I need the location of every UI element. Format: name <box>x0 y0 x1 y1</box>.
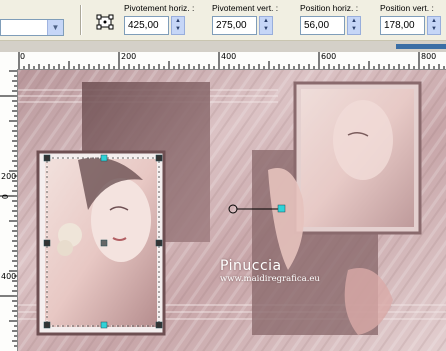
window-titlebar-fragment <box>396 44 446 49</box>
ruler-label: 800 <box>421 52 437 61</box>
toolbar-spacer <box>0 41 446 52</box>
spin-up-icon[interactable]: ▲ <box>348 17 360 25</box>
image-canvas[interactable]: Pinuccia www.maidiregrafica.eu <box>18 70 446 351</box>
spin-up-icon[interactable]: ▲ <box>428 17 440 25</box>
ruler-label: 600 <box>321 52 337 61</box>
pivot-horizontal-field: Pivotement horiz. : 425,00 ▲ ▼ <box>124 2 194 35</box>
position-horizontal-spinner[interactable]: ▲ ▼ <box>347 16 361 35</box>
ruler-label: 400 <box>221 52 237 61</box>
spin-up-icon[interactable]: ▲ <box>172 17 184 25</box>
mode-dropdown[interactable]: ▼ <box>0 19 64 36</box>
position-horizontal-field: Position horiz. : 56,00 ▲ ▼ <box>300 2 361 35</box>
spin-down-icon[interactable]: ▼ <box>172 25 184 33</box>
pivot-horizontal-label: Pivotement horiz. : <box>124 3 195 13</box>
watermark-url: www.maidiregrafica.eu <box>220 274 320 284</box>
chevron-down-icon[interactable]: ▼ <box>47 20 63 35</box>
ruler-label: 0 <box>20 52 26 61</box>
position-horizontal-input[interactable]: 56,00 <box>300 16 345 35</box>
watermark-name: Pinuccia <box>220 258 282 274</box>
ruler-label: 400 <box>1 272 17 281</box>
transform-mode-icon[interactable] <box>96 14 114 30</box>
spin-down-icon[interactable]: ▼ <box>348 25 360 33</box>
position-horizontal-label: Position horiz. : <box>300 3 359 13</box>
pivot-horizontal-spinner[interactable]: ▲ ▼ <box>171 16 185 35</box>
canvas-artwork <box>18 70 446 351</box>
vertical-ruler-ticks <box>0 70 17 347</box>
tool-options-bar: ▼ Pivotement horiz. : 425,00 ▲ ▼ Pivoteme… <box>0 0 446 41</box>
pivot-vertical-field: Pivotement vert. : 275,00 ▲ ▼ <box>212 2 278 35</box>
spin-down-icon[interactable]: ▼ <box>260 25 272 33</box>
spin-up-icon[interactable]: ▲ <box>260 17 272 25</box>
watermark: Pinuccia www.maidiregrafica.eu <box>220 258 320 284</box>
position-vertical-label: Position vert. : <box>380 3 434 13</box>
ruler-label: 0 <box>1 194 10 200</box>
toolbar-separator <box>80 5 82 35</box>
ruler-label: 200 <box>1 172 17 181</box>
pivot-vertical-label: Pivotement vert. : <box>212 3 279 13</box>
pivot-horizontal-input[interactable]: 425,00 <box>124 16 169 35</box>
position-vertical-spinner[interactable]: ▲ ▼ <box>427 16 441 35</box>
spin-down-icon[interactable]: ▼ <box>428 25 440 33</box>
position-vertical-input[interactable]: 178,00 <box>380 16 425 35</box>
horizontal-ruler[interactable]: 0 200 400 600 800 <box>0 52 446 70</box>
vertical-ruler[interactable]: 0 200 400 <box>0 69 18 351</box>
pivot-vertical-spinner[interactable]: ▲ ▼ <box>259 16 273 35</box>
ruler-label: 200 <box>121 52 137 61</box>
pivot-vertical-input[interactable]: 275,00 <box>212 16 257 35</box>
position-vertical-field: Position vert. : 178,00 ▲ ▼ <box>380 2 441 35</box>
